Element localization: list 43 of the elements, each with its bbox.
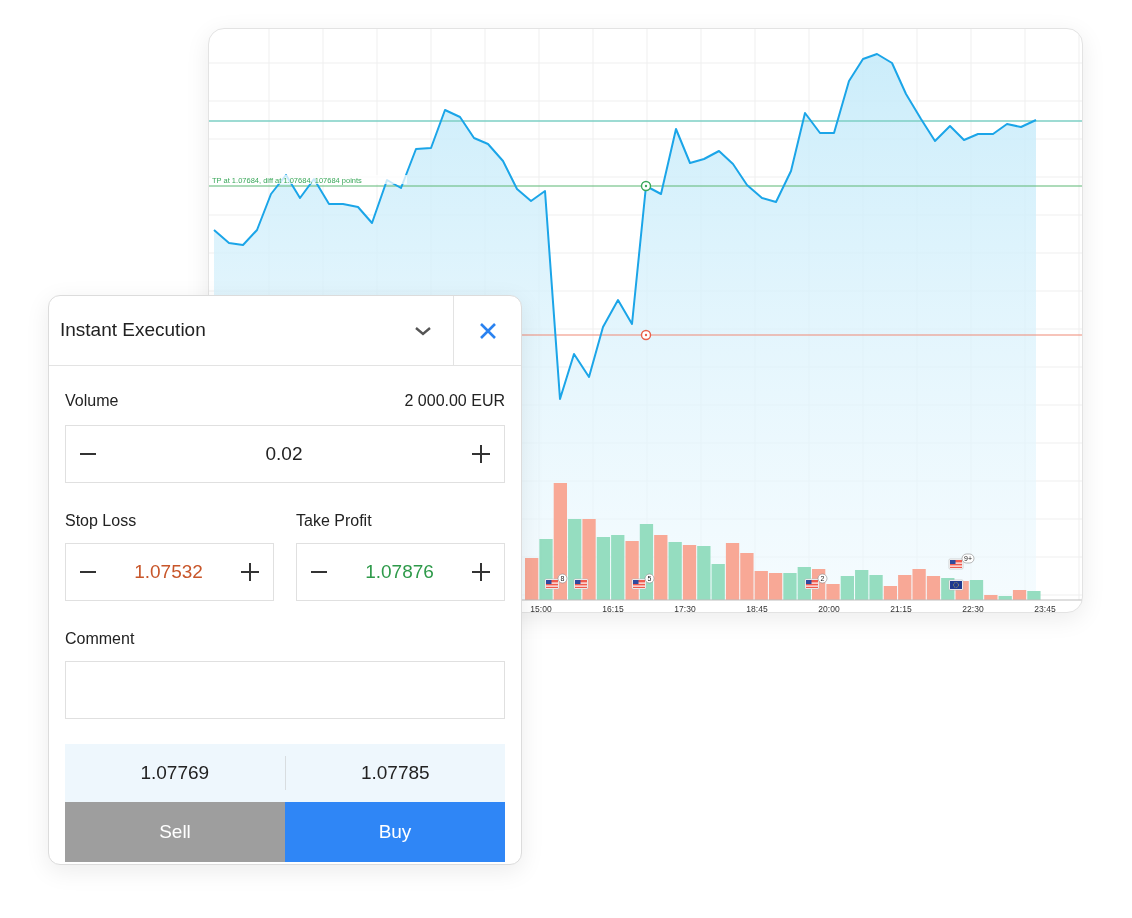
volume-bar	[654, 535, 668, 600]
volume-amount: 2 000.00 EUR	[404, 391, 505, 411]
volume-value: 0.02	[265, 441, 303, 466]
volume-bar	[855, 570, 869, 600]
time-label: 18:45	[746, 604, 768, 612]
comment-field[interactable]	[65, 661, 505, 719]
price-stepper[interactable]: 1.07532	[65, 543, 274, 601]
volume-stepper[interactable]: 0.02	[65, 425, 505, 483]
price-value: 1.07532	[134, 559, 203, 584]
quote-price: 1.07785	[359, 760, 431, 785]
time-label: 17:30	[674, 604, 696, 612]
volume-bar	[611, 535, 625, 600]
take-profit-marker-icon[interactable]	[640, 180, 652, 192]
time-label: 15:00	[530, 604, 552, 612]
field-label: Take Profit	[296, 511, 373, 529]
time-label: 22:30	[962, 604, 984, 612]
us-flag-icon[interactable]	[544, 578, 560, 590]
quote-price: 1.07769	[139, 760, 211, 785]
us-flag-icon[interactable]	[804, 578, 820, 590]
field-label: Stop Loss	[65, 511, 138, 529]
volume-bar	[783, 573, 797, 600]
us-flag-icon[interactable]	[948, 558, 964, 570]
close-icon	[478, 321, 497, 340]
volume-bar	[1027, 591, 1041, 600]
time-label: 21:15	[890, 604, 912, 612]
plus-icon[interactable]	[241, 563, 259, 581]
plus-icon[interactable]	[472, 563, 490, 581]
volume-label: Volume	[65, 391, 119, 411]
chevron-down-icon	[414, 324, 432, 337]
price-value: 1.07876	[365, 559, 434, 584]
panel-title: Instant Execution	[59, 318, 207, 343]
comment-label: Comment	[65, 629, 136, 647]
plus-icon[interactable]	[472, 445, 490, 463]
stop-loss-marker-icon[interactable]	[640, 329, 652, 341]
volume-bar	[912, 569, 926, 600]
time-label: 20:00	[818, 604, 840, 612]
eu-flag-icon[interactable]	[948, 579, 964, 591]
us-flag-icon[interactable]	[631, 578, 647, 590]
us-flag-icon[interactable]	[573, 578, 589, 590]
time-label: 23:45	[1034, 604, 1056, 612]
buy-button[interactable]: Buy	[285, 802, 505, 862]
time-label: 16:15	[602, 604, 624, 612]
price-stepper[interactable]: 1.07876	[296, 543, 505, 601]
